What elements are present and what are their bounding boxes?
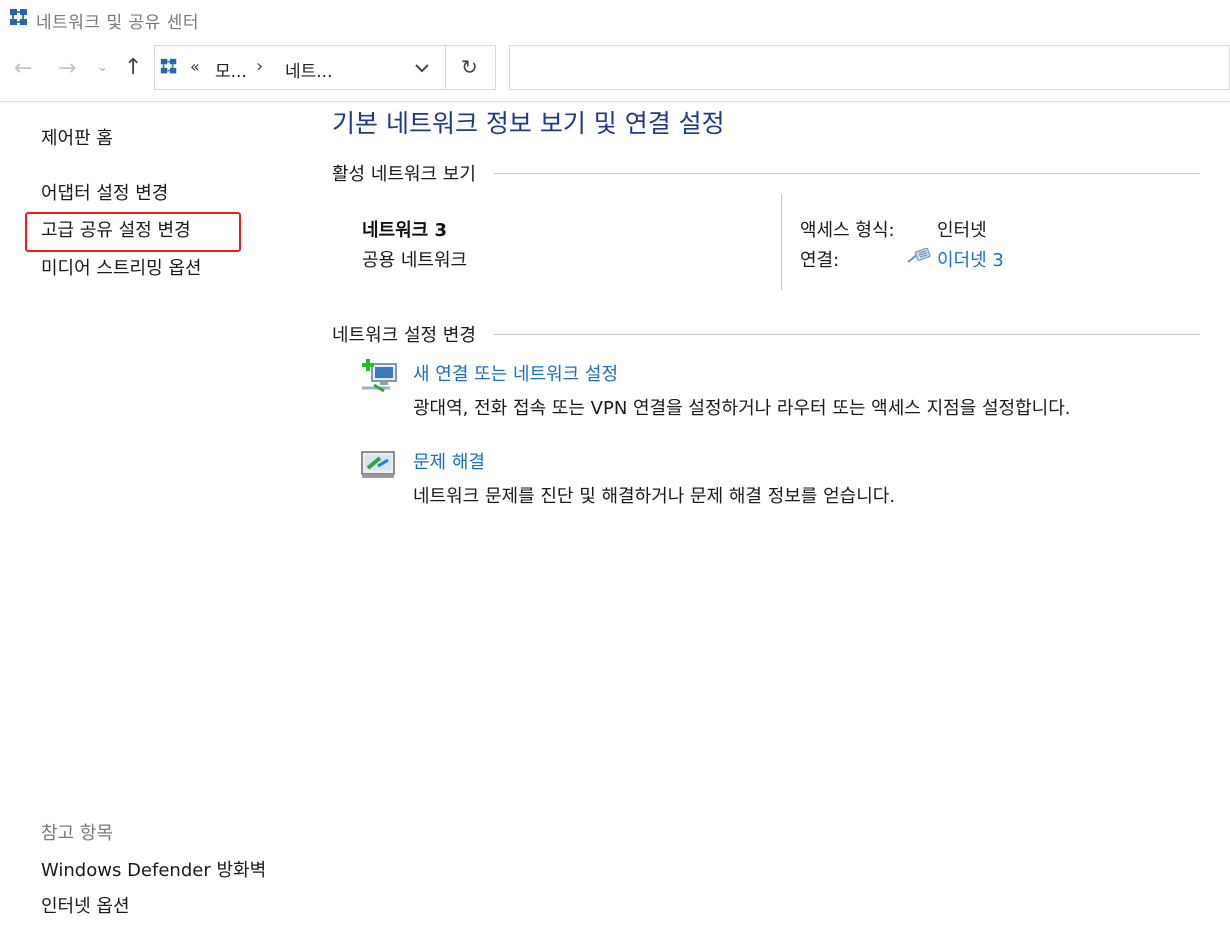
network-name: 네트워크 3	[362, 220, 448, 241]
ethernet-icon	[907, 248, 931, 263]
forward-button[interactable]: →	[58, 58, 76, 80]
sidebar-item-media-streaming[interactable]: 미디어 스트리밍 옵션	[41, 254, 201, 280]
see-also-internet-options-link[interactable]: 인터넷 옵션	[41, 892, 130, 918]
address-overflow-button[interactable]: «	[190, 57, 200, 76]
chevron-down-icon[interactable]	[412, 58, 432, 78]
active-networks-heading: 활성 네트워크 보기	[332, 160, 482, 186]
connection-label: 연결:	[800, 250, 840, 271]
new-connection-link[interactable]: 새 연결 또는 네트워크 설정	[413, 360, 618, 386]
window-title: 네트워크 및 공유 센터	[36, 13, 199, 33]
network-center-icon	[160, 58, 177, 74]
page-title: 기본 네트워크 정보 보기 및 연결 설정	[332, 109, 725, 138]
ethernet-connection-link[interactable]: 이더넷 3	[937, 246, 1004, 272]
vertical-divider	[781, 194, 782, 290]
see-also-heading: 참고 항목	[41, 823, 113, 844]
new-connection-description: 광대역, 전화 접속 또는 VPN 연결을 설정하거나 라우터 또는 액세스 지…	[413, 398, 1071, 419]
back-button[interactable]: ←	[14, 58, 32, 80]
network-center-icon	[10, 9, 27, 25]
up-button[interactable]: ↑	[124, 57, 142, 79]
breadcrumb-segment[interactable]: 네트...	[285, 57, 333, 82]
section-divider	[494, 173, 1200, 174]
sidebar-item-adapter-settings[interactable]: 어댑터 설정 변경	[41, 179, 168, 205]
search-input[interactable]	[509, 45, 1230, 90]
change-settings-heading: 네트워크 설정 변경	[332, 321, 482, 347]
troubleshoot-icon	[361, 451, 395, 478]
troubleshoot-link[interactable]: 문제 해결	[413, 448, 485, 474]
network-type: 공용 네트워크	[362, 250, 468, 271]
access-type-label: 액세스 형식:	[800, 220, 895, 241]
troubleshoot-description: 네트워크 문제를 진단 및 해결하거나 문제 해결 정보를 얻습니다.	[413, 486, 896, 507]
sidebar-item-control-panel-home[interactable]: 제어판 홈	[41, 124, 113, 150]
breadcrumb-segment[interactable]: 모...	[215, 57, 247, 82]
refresh-button[interactable]: ↻	[461, 55, 478, 79]
recent-locations-button[interactable]: ⌄	[97, 61, 108, 74]
see-also-firewall-link[interactable]: Windows Defender 방화벽	[41, 856, 266, 882]
section-divider	[494, 334, 1200, 335]
highlight-box	[25, 212, 241, 252]
access-type-value: 인터넷	[937, 220, 987, 241]
new-connection-icon	[362, 359, 397, 393]
breadcrumb-separator[interactable]: ›	[256, 56, 263, 77]
